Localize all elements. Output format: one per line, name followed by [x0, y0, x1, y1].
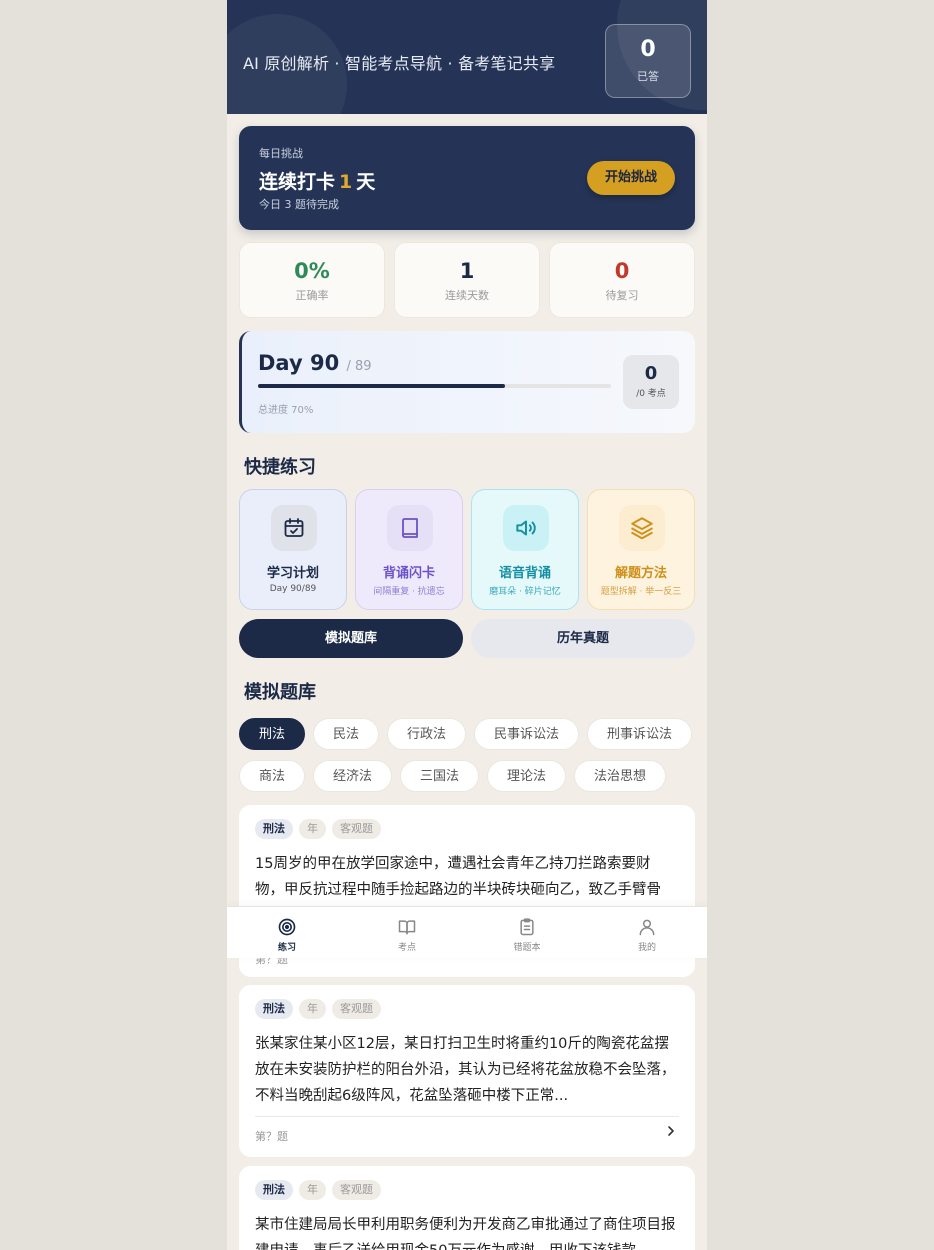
tile-name: 学习计划	[266, 566, 319, 581]
nav-mistake-book[interactable]: 错题本	[467, 907, 587, 958]
answered-count: 0	[640, 37, 656, 62]
tile-study-plan[interactable]: 学习计划 Day 90/89	[239, 489, 347, 610]
tile-desc: 题型拆解 · 举一反三	[600, 587, 682, 597]
app-screen: AI 原创解析 · 智能考点导航 · 备考笔记共享 0 已答 每日挑战 连续打卡…	[227, 0, 707, 1250]
overall-progress: 总进度 70%	[258, 405, 314, 416]
question-text: 某市住建局局长甲利用职务便利为开发商乙审批通过了商住项目报建申请，事后乙送给甲现…	[255, 1217, 676, 1250]
tag-law: 刑法	[255, 819, 293, 839]
tag-type: 客观题	[332, 1180, 381, 1200]
nav-label: 考点	[397, 943, 416, 953]
book-icon	[387, 505, 433, 551]
tile-name: 语音背诵	[498, 566, 551, 581]
layers-icon	[619, 505, 665, 551]
nav-label: 练习	[277, 943, 296, 953]
quick-practice-title: 快捷练习	[244, 457, 316, 478]
stat-label: 待复习	[605, 289, 639, 302]
progress-bar	[258, 384, 611, 388]
answered-counter[interactable]: 0 已答	[605, 24, 691, 98]
answered-label: 已答	[637, 70, 659, 83]
question-number: 第？题	[255, 1130, 288, 1143]
stat-accuracy[interactable]: 0% 正确率	[239, 242, 385, 318]
stat-value: 0	[614, 259, 630, 283]
day-progress-card[interactable]: Day 90 / 89 总进度 70% 0 /0 考点	[239, 331, 695, 433]
card-divider	[255, 1116, 679, 1117]
stat-value: 1	[459, 259, 475, 283]
open-book-icon	[347, 917, 467, 937]
tag-type: 客观题	[332, 999, 381, 1019]
question-card[interactable]: 刑法 年 客观题 某市住建局局长甲利用职务便利为开发商乙审批通过了商住项目报建申…	[239, 1166, 695, 1250]
question-card[interactable]: 刑法 年 客观题 张某家住某小区12层，某日打扫卫生时将重约10斤的陶瓷花盆摆放…	[239, 985, 695, 1157]
question-text: 张某家住某小区12层，某日打扫卫生时将重约10斤的陶瓷花盆摆放在未安装防护栏的阳…	[255, 1036, 676, 1104]
question-text: 15周岁的甲在放学回家途中，遭遇社会青年乙持刀拦路索要财物，甲反抗过程中随手捡起…	[255, 856, 661, 898]
clipboard-icon	[467, 917, 587, 937]
tag-type: 客观题	[332, 819, 381, 839]
tile-voice-recite[interactable]: 语音背诵 磨耳朵 · 碎片记忆	[471, 489, 579, 610]
knowledge-point-counter: 0 /0 考点	[623, 355, 679, 409]
day-total: / 89	[346, 359, 372, 374]
chip-criminal-law[interactable]: 刑法	[239, 718, 305, 750]
nav-practice[interactable]: 练习	[227, 907, 347, 958]
tag-year: 年	[299, 819, 326, 839]
stat-value: 0%	[294, 259, 330, 283]
nav-label: 我的	[637, 943, 656, 953]
tile-name: 解题方法	[614, 566, 667, 581]
streak-text: 连续打卡 1 天	[259, 167, 375, 194]
tile-desc: Day 90/89	[269, 584, 317, 594]
chip-criminal-procedure[interactable]: 刑事诉讼法	[587, 718, 692, 750]
target-icon	[227, 917, 347, 937]
stat-pending-review[interactable]: 0 待复习	[549, 242, 695, 318]
streak-suffix: 天	[356, 171, 376, 193]
bank-title: 模拟题库	[244, 682, 316, 703]
tile-desc: 间隔重复 · 抗遗忘	[373, 587, 445, 597]
day-title: Day 90 / 89	[258, 351, 372, 375]
chip-administrative-law[interactable]: 行政法	[387, 718, 466, 750]
chip-commercial-law[interactable]: 商法	[239, 760, 305, 792]
tab-mock-bank[interactable]: 模拟题库	[239, 619, 463, 658]
nav-profile[interactable]: 我的	[587, 907, 707, 958]
question-tags: 刑法 年 客观题	[255, 819, 381, 839]
chip-three-international-laws[interactable]: 三国法	[400, 760, 479, 792]
speaker-icon	[503, 505, 549, 551]
tag-law: 刑法	[255, 1180, 293, 1200]
user-icon	[587, 917, 707, 937]
tile-name: 背诵闪卡	[382, 566, 435, 581]
tab-past-exams[interactable]: 历年真题	[471, 619, 695, 658]
calendar-check-icon	[271, 505, 317, 551]
chevron-right-icon	[665, 1125, 677, 1141]
question-tags: 刑法 年 客观题	[255, 999, 381, 1019]
streak-prefix: 连续打卡	[259, 171, 336, 193]
nav-knowledge-points[interactable]: 考点	[347, 907, 467, 958]
tile-solving-methods[interactable]: 解题方法 题型拆解 · 举一反三	[587, 489, 695, 610]
chip-theory-of-law[interactable]: 理论法	[487, 760, 566, 792]
chip-civil-procedure[interactable]: 民事诉讼法	[474, 718, 579, 750]
tag-year: 年	[299, 1180, 326, 1200]
stat-streak-days[interactable]: 1 连续天数	[394, 242, 540, 318]
tag-law: 刑法	[255, 999, 293, 1019]
streak-days: 1	[339, 171, 353, 193]
tile-desc: 磨耳朵 · 碎片记忆	[489, 587, 561, 597]
challenge-label: 每日挑战	[259, 147, 303, 160]
bottom-navigation: 练习 考点 错题本 我的	[227, 906, 707, 958]
chip-civil-law[interactable]: 民法	[313, 718, 379, 750]
progress-bar-fill	[258, 384, 506, 388]
start-challenge-button[interactable]: 开始挑战	[587, 161, 675, 195]
tag-year: 年	[299, 999, 326, 1019]
header-subtitle: AI 原创解析 · 智能考点导航 · 备考笔记共享	[243, 54, 556, 73]
question-tags: 刑法 年 客观题	[255, 1180, 381, 1200]
stat-label: 连续天数	[445, 289, 489, 302]
chip-economic-law[interactable]: 经济法	[313, 760, 392, 792]
tile-flashcards[interactable]: 背诵闪卡 间隔重复 · 抗遗忘	[355, 489, 463, 610]
stat-label: 正确率	[295, 289, 329, 302]
kp-count: 0	[644, 363, 658, 384]
kp-label: /0 考点	[636, 389, 666, 399]
daily-challenge-card: 每日挑战 连续打卡 1 天 今日 3 题待完成 开始挑战	[239, 126, 695, 230]
header: AI 原创解析 · 智能考点导航 · 备考笔记共享 0 已答	[227, 0, 707, 114]
challenge-todo: 今日 3 题待完成	[259, 198, 339, 211]
nav-label: 错题本	[513, 943, 541, 953]
chip-rule-of-law-thought[interactable]: 法治思想	[574, 760, 666, 792]
day-number: Day 90	[258, 351, 340, 375]
